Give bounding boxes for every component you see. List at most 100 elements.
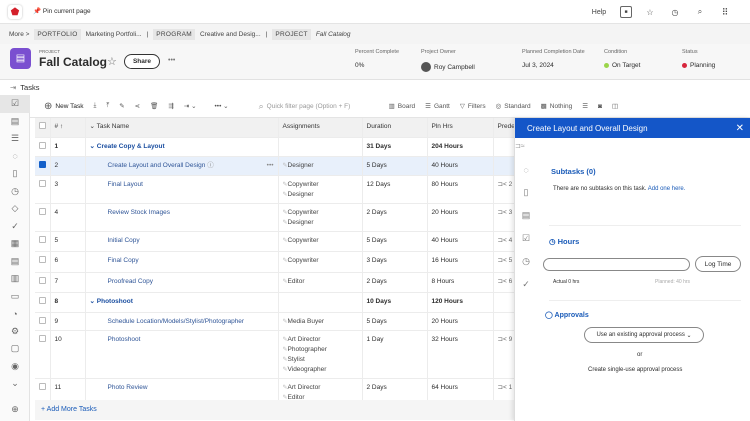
duration[interactable]: 12 Days — [362, 175, 428, 204]
assignments[interactable]: CopywriterDesigner — [278, 175, 363, 204]
planned-hours[interactable]: 8 Hours — [427, 272, 494, 293]
task-name[interactable]: Proofread Copy — [85, 272, 279, 293]
predecessors[interactable] — [493, 292, 516, 313]
table-row[interactable]: 4 Review Stock Images CopywriterDesigner… — [35, 203, 516, 232]
create-single-use-approval-link[interactable]: Create single-use approval process — [588, 367, 682, 373]
gantt-button[interactable]: ☰ Gantt — [425, 102, 450, 111]
assignment[interactable]: Copywriter — [283, 180, 358, 190]
task-name[interactable]: Initial Copy — [85, 231, 279, 252]
filters-button[interactable]: ▽ Filters — [460, 102, 486, 111]
col-predecessors[interactable]: Prede — [493, 118, 516, 138]
planned-hours[interactable]: 20 Hours — [427, 203, 494, 232]
avatar[interactable] — [421, 62, 431, 72]
planned-hours[interactable]: 40 Hours — [427, 231, 494, 252]
export-icon[interactable]: ⇥ ⌄ — [184, 102, 197, 110]
star-icon[interactable]: ☆ — [643, 6, 657, 18]
assignments[interactable]: CopywriterDesigner — [278, 203, 363, 232]
planned-hours[interactable]: 120 Hours — [427, 292, 494, 313]
duration[interactable]: 2 Days — [362, 203, 428, 232]
settings-icon[interactable]: ⚙ — [0, 323, 30, 341]
col-pln-hrs[interactable]: Pln Hrs — [427, 118, 494, 138]
delete-icon[interactable]: 🗑 — [150, 102, 158, 110]
assignments[interactable]: Art DirectorPhotographerStylistVideograp… — [278, 330, 363, 379]
predecessors[interactable]: ⊐< 9 — [493, 330, 516, 379]
user-icon[interactable]: ◉ — [0, 358, 30, 376]
approval-icon[interactable]: ✓ — [0, 218, 30, 236]
planned-hours[interactable]: 40 Hours — [427, 156, 494, 176]
task-name[interactable]: Schedule Location/Models/Stylist/Photogr… — [85, 312, 279, 331]
collapse-icon[interactable]: ⇥ — [10, 83, 16, 92]
duration[interactable]: 10 Days — [362, 292, 428, 313]
row-checkbox[interactable] — [35, 312, 51, 331]
assignment[interactable]: Media Buyer — [283, 317, 358, 327]
task-name[interactable]: Create Layout and Overall Design ⓘ ••• — [85, 156, 279, 176]
assignment[interactable]: Art Director — [283, 335, 358, 345]
col-number[interactable]: # ↑ — [50, 118, 86, 138]
predecessors[interactable]: ⊐< 6 — [493, 272, 516, 293]
row-checkbox[interactable] — [35, 156, 51, 176]
list-icon[interactable]: ☰ — [0, 130, 30, 148]
assignments[interactable]: Copywriter — [278, 251, 363, 273]
row-checkbox[interactable] — [35, 137, 51, 157]
hours-icon[interactable]: ◷ — [0, 183, 30, 201]
breadcrumb-project[interactable]: Fall Catalog — [316, 31, 351, 38]
predecessors[interactable]: ⊐< 3 — [493, 203, 516, 232]
predecessors[interactable]: ⊐< 4 — [493, 231, 516, 252]
quick-filter-input[interactable]: ⌕ Quick filter page (Option + F) — [259, 101, 379, 112]
assignments[interactable]: Copywriter — [278, 231, 363, 252]
help-link[interactable]: Help — [588, 6, 610, 18]
indent-icon[interactable]: ⤓ — [93, 102, 96, 110]
breadcrumb-more[interactable]: More > — [9, 31, 29, 38]
task-name[interactable]: Photoshoot — [85, 330, 279, 379]
expense-icon[interactable]: ▢ — [0, 340, 30, 358]
assignments[interactable] — [278, 137, 363, 157]
col-assignments[interactable]: Assignments — [278, 118, 363, 138]
predecessors[interactable] — [493, 156, 516, 176]
comment-icon[interactable]: ◌ — [0, 148, 30, 166]
duration[interactable]: 5 Days — [362, 231, 428, 252]
assignment[interactable]: Copywriter — [283, 208, 358, 218]
planned-hours[interactable]: 204 Hours — [427, 137, 494, 157]
add-subtask-link[interactable]: Add one here. — [648, 186, 686, 192]
row-checkbox[interactable] — [35, 292, 51, 313]
more-actions-icon[interactable]: ••• ⌄ — [215, 102, 229, 110]
task-name[interactable]: ⌄ Create Copy & Layout — [85, 137, 279, 157]
board-button[interactable]: ▥ Board — [389, 102, 416, 111]
duration[interactable]: 3 Days — [362, 251, 428, 273]
share-button[interactable]: Share — [124, 54, 160, 69]
assignments[interactable] — [278, 292, 363, 313]
move-icon[interactable]: ⇶ — [168, 102, 173, 110]
updates-icon[interactable]: ◌ — [515, 158, 537, 181]
duration[interactable]: 2 Days — [362, 272, 428, 293]
details-icon[interactable]: ▤ — [515, 204, 537, 227]
row-checkbox[interactable] — [35, 203, 51, 232]
notification-icon[interactable]: ■ — [620, 6, 632, 18]
assignment[interactable]: Designer — [283, 190, 358, 200]
task-name[interactable]: ⌄ Photoshoot — [85, 292, 279, 313]
predecessors[interactable] — [493, 312, 516, 331]
row-checkbox[interactable] — [35, 272, 51, 293]
risk-icon[interactable]: ◇ — [0, 200, 30, 218]
predecessors[interactable] — [493, 137, 516, 157]
favorite-star-icon[interactable]: ☆ — [107, 55, 117, 68]
board-icon[interactable]: ▭ — [0, 288, 30, 306]
outdent-icon[interactable]: ⤒ — [106, 102, 109, 110]
table-row[interactable]: 10 Photoshoot Art DirectorPhotographerSt… — [35, 330, 516, 379]
planned-hours[interactable]: 20 Hours — [427, 312, 494, 331]
more-options-button[interactable]: ••• — [168, 57, 175, 64]
planned-hours[interactable]: 32 Hours — [427, 330, 494, 379]
assignment[interactable]: Art Director — [283, 383, 358, 393]
grouping-nothing-button[interactable]: ▩ Nothing — [541, 102, 573, 111]
table-row[interactable]: 2 Create Layout and Overall Design ⓘ ••• … — [35, 156, 516, 176]
assignments[interactable]: Media Buyer — [278, 312, 363, 331]
chart-icon[interactable]: ▥ — [0, 270, 30, 288]
assignment[interactable]: Editor — [283, 277, 358, 287]
assignment[interactable]: Designer — [283, 218, 358, 228]
add-icon[interactable]: ⊕ — [0, 401, 30, 419]
settings-icon[interactable]: ◙ — [598, 103, 602, 110]
people-icon[interactable]: ◔ — [0, 305, 30, 323]
assignment[interactable]: Stylist — [283, 355, 358, 365]
assignment[interactable]: Copywriter — [283, 256, 358, 266]
calendar-icon[interactable]: ▦ — [0, 235, 30, 253]
table-row[interactable]: 9 Schedule Location/Models/Stylist/Photo… — [35, 312, 516, 331]
